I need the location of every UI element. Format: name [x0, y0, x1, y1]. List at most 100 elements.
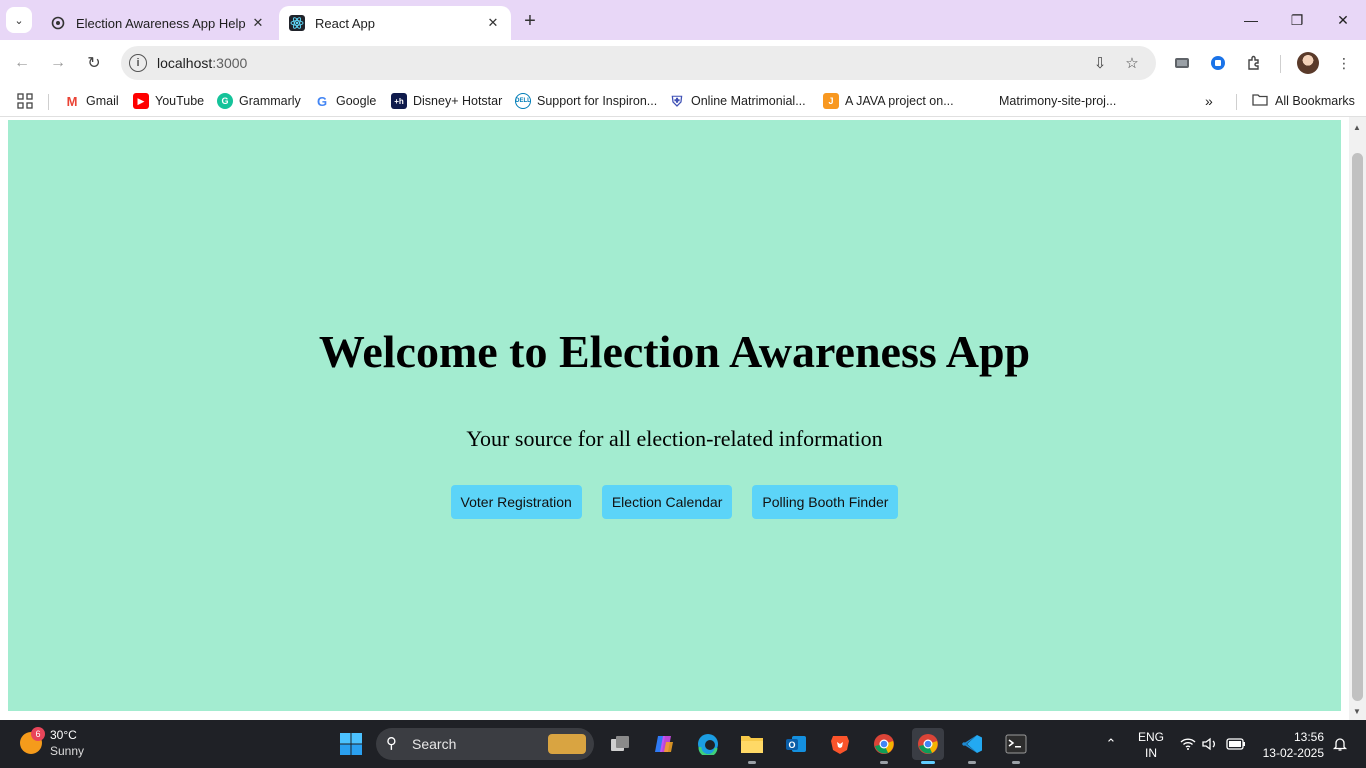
- apps-grid-icon[interactable]: [17, 91, 33, 111]
- extension-icon[interactable]: [1171, 52, 1193, 74]
- google-icon: G: [314, 93, 330, 109]
- page-subtitle: Your source for all election-related inf…: [466, 426, 883, 451]
- notification-bell-icon[interactable]: [1330, 720, 1350, 768]
- chrome-icon: [874, 734, 894, 754]
- minimize-icon: —: [1244, 12, 1258, 28]
- svg-text:O: O: [788, 740, 795, 750]
- java-icon: J: [823, 93, 839, 109]
- weather-description: Sunny: [50, 744, 85, 758]
- bookmark-matrimony-site[interactable]: Matrimony-site-proj...: [999, 91, 1116, 111]
- youtube-icon: ▶: [133, 93, 149, 109]
- bookmark-matrimonial[interactable]: ⛨ Online Matrimonial...: [669, 91, 806, 111]
- scroll-down-arrow-icon[interactable]: ▼: [1353, 707, 1361, 716]
- election-calendar-button[interactable]: Election Calendar: [601, 485, 733, 519]
- close-icon[interactable]: ✕: [483, 13, 503, 33]
- edge-app[interactable]: [692, 728, 724, 760]
- file-explorer-app[interactable]: [736, 728, 768, 764]
- page-viewport: Welcome to Election Awareness App Your s…: [0, 117, 1349, 720]
- terminal-icon: [1005, 734, 1027, 754]
- site-info-icon[interactable]: i: [129, 54, 147, 72]
- bookmark-google[interactable]: G Google: [314, 91, 376, 111]
- vscode-app[interactable]: [956, 728, 988, 764]
- star-icon[interactable]: ☆: [1122, 53, 1142, 73]
- taskbar-search[interactable]: ⚲ Search: [376, 728, 594, 760]
- bookmark-label: Support for Inspiron...: [537, 94, 658, 108]
- back-button[interactable]: ←: [8, 49, 36, 77]
- copilot-app[interactable]: [648, 728, 680, 760]
- bookmark-grammarly[interactable]: G Grammarly: [217, 91, 301, 111]
- task-view-icon: [611, 736, 629, 751]
- bookmark-label: Online Matrimonial...: [691, 94, 806, 108]
- search-icon: ⚲: [386, 735, 397, 752]
- tab-react-app[interactable]: React App ✕: [279, 6, 511, 40]
- weather-badge: 6: [31, 727, 45, 741]
- copilot-icon: [655, 736, 673, 752]
- app-container: Welcome to Election Awareness App Your s…: [8, 120, 1341, 711]
- hotstar-icon: +h: [391, 93, 407, 109]
- clock-time: 13:56: [1293, 730, 1324, 744]
- address-url[interactable]: localhost:3000: [157, 55, 247, 71]
- search-highlight-icon: [548, 734, 586, 754]
- forward-button[interactable]: →: [44, 49, 72, 77]
- bookmark-dell-support[interactable]: DELL Support for Inspiron...: [515, 91, 657, 111]
- arrow-right-icon: →: [50, 54, 66, 71]
- bookmark-gmail[interactable]: M Gmail: [64, 91, 119, 111]
- page-scrollbar[interactable]: ▲ ▼: [1349, 117, 1366, 720]
- terminal-app[interactable]: [1000, 728, 1032, 764]
- folder-icon: [1252, 93, 1268, 109]
- url-host: localhost: [157, 55, 213, 71]
- tab-election-help[interactable]: Election Awareness App Help ✕: [40, 6, 276, 40]
- dell-icon: DELL: [515, 93, 531, 109]
- address-bar[interactable]: i localhost:3000 ⇩ ☆: [121, 46, 1156, 80]
- restore-button[interactable]: ❐: [1274, 6, 1320, 34]
- start-button[interactable]: [335, 728, 367, 760]
- openai-icon: [50, 15, 66, 31]
- url-port: :3000: [212, 55, 248, 71]
- plus-icon: +: [524, 9, 536, 32]
- chevron-down-icon: ⌄: [14, 14, 24, 27]
- profile-avatar[interactable]: [1297, 52, 1319, 74]
- bookmark-hotstar[interactable]: +h Disney+ Hotstar: [391, 91, 502, 111]
- system-clock[interactable]: 13:56 13-02-2025: [1258, 729, 1324, 761]
- minimize-button[interactable]: —: [1228, 6, 1274, 34]
- reload-button[interactable]: ↻: [80, 49, 108, 77]
- voter-registration-button[interactable]: Voter Registration: [450, 485, 582, 519]
- chevron-up-icon[interactable]: ⌃: [1100, 720, 1122, 768]
- chrome-app-profile[interactable]: [868, 728, 900, 764]
- scrollbar-thumb[interactable]: [1352, 153, 1363, 701]
- brave-app[interactable]: [824, 728, 856, 760]
- more-menu-icon[interactable]: ⋮: [1333, 52, 1355, 74]
- puzzle-icon[interactable]: [1243, 52, 1265, 74]
- search-label: Search: [412, 736, 457, 752]
- close-icon[interactable]: ✕: [248, 13, 268, 33]
- bookmark-youtube[interactable]: ▶ YouTube: [133, 91, 204, 111]
- wifi-icon[interactable]: [1178, 720, 1198, 768]
- bookmark-java-project[interactable]: J A JAVA project on...: [823, 91, 954, 111]
- all-bookmarks-folder[interactable]: All Bookmarks: [1252, 91, 1355, 111]
- polling-booth-finder-button[interactable]: Polling Booth Finder: [752, 485, 899, 519]
- battery-icon[interactable]: [1225, 720, 1247, 768]
- extension-icon[interactable]: [1207, 52, 1229, 74]
- weather-temperature: 30°C: [50, 728, 77, 742]
- new-tab-button[interactable]: +: [518, 9, 542, 33]
- outlook-app[interactable]: O: [780, 728, 812, 760]
- restore-icon: ❐: [1290, 11, 1304, 28]
- vscode-icon: [962, 735, 982, 753]
- tab-search-button[interactable]: ⌄: [6, 7, 32, 33]
- input-language[interactable]: ENG IN: [1138, 729, 1164, 761]
- close-window-button[interactable]: ✕: [1320, 6, 1366, 34]
- bookmark-label: Matrimony-site-proj...: [999, 94, 1117, 108]
- active-indicator: [921, 761, 935, 764]
- more-bookmarks-icon[interactable]: »: [1205, 91, 1213, 111]
- scroll-up-arrow-icon[interactable]: ▲: [1353, 123, 1361, 132]
- install-app-icon[interactable]: ⇩: [1090, 53, 1110, 73]
- volume-icon[interactable]: [1200, 720, 1220, 768]
- task-view-button[interactable]: [604, 728, 636, 760]
- tab-title: React App: [315, 15, 375, 31]
- region-code: IN: [1145, 746, 1157, 760]
- react-icon: [289, 15, 305, 31]
- brave-icon: [831, 736, 849, 754]
- bookmarks-divider: [1236, 94, 1237, 110]
- chrome-app[interactable]: [912, 728, 944, 764]
- action-button-row: Voter Registration Election Calendar Pol…: [8, 485, 1341, 519]
